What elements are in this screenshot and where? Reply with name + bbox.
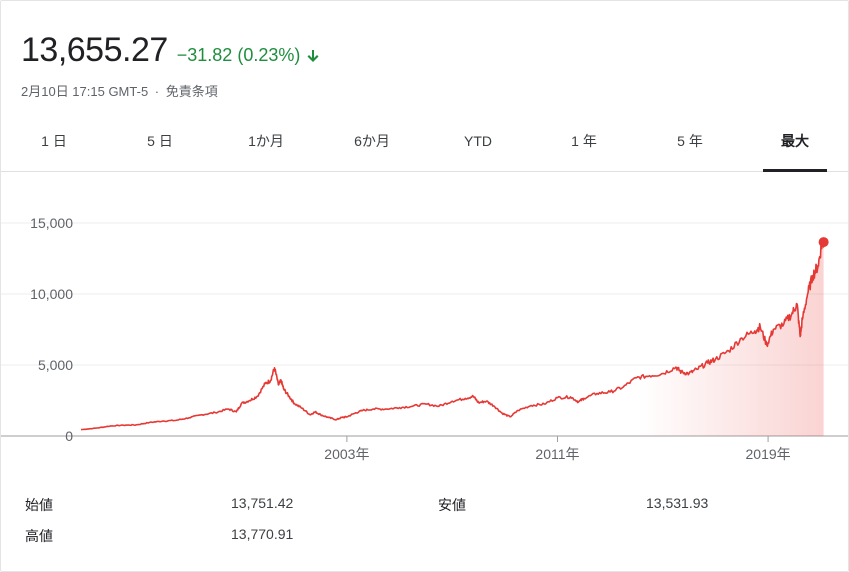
y-tick-label: 15,000 [30, 215, 73, 231]
open-label: 始値 [25, 497, 53, 513]
current-price: 13,655.27 [21, 31, 168, 69]
tab-5-day[interactable]: 5 日 [107, 119, 213, 171]
x-tick-label: 2003年 [324, 446, 369, 462]
meta-separator: · [154, 84, 160, 99]
chart-area[interactable]: 0 5,000 10,000 15,000 2003年 2011年 2019年 [1, 191, 848, 476]
tab-6-month[interactable]: 6か月 [319, 119, 425, 171]
high-label: 高値 [25, 528, 53, 544]
high-value: 13,770.91 [231, 526, 294, 542]
last-point-marker [818, 237, 829, 248]
price-change: −31.82 (0.23%) [177, 45, 321, 66]
tab-5-year[interactable]: 5 年 [637, 119, 743, 171]
open-value: 13,751.42 [231, 495, 294, 511]
y-tick-label: 10,000 [30, 286, 73, 302]
quote-meta: 2月10日 17:15 GMT-5 · 免責条項 [21, 81, 218, 100]
x-tick-label: 2019年 [746, 446, 791, 462]
x-tick-label: 2011年 [535, 446, 579, 462]
tab-1-day[interactable]: 1 日 [1, 119, 107, 171]
price-chart[interactable]: 0 5,000 10,000 15,000 2003年 2011年 2019年 [1, 191, 848, 476]
arrow-down-icon [307, 49, 319, 62]
tab-1-year[interactable]: 1 年 [531, 119, 637, 171]
price-row: 13,655.27 −31.82 (0.23%) [21, 31, 320, 70]
series-area-fill [81, 240, 824, 436]
tab-ytd[interactable]: YTD [425, 119, 531, 171]
range-tabs: 1 日 5 日 1か月 6か月 YTD 1 年 5 年 最大 [1, 119, 848, 172]
y-tick-label: 0 [65, 428, 73, 444]
timestamp: 2月10日 17:15 GMT-5 [21, 84, 149, 99]
disclaimer-link[interactable]: 免責条項 [166, 84, 218, 99]
low-label: 安値 [438, 497, 466, 513]
quote-card: 13,655.27 −31.82 (0.23%) 2月10日 17:15 GMT… [0, 0, 849, 572]
tab-max[interactable]: 最大 [763, 119, 827, 172]
price-change-text: −31.82 (0.23%) [176, 45, 301, 65]
tab-1-month[interactable]: 1か月 [213, 119, 319, 171]
low-value: 13,531.93 [646, 495, 709, 511]
y-tick-label: 5,000 [38, 357, 73, 373]
